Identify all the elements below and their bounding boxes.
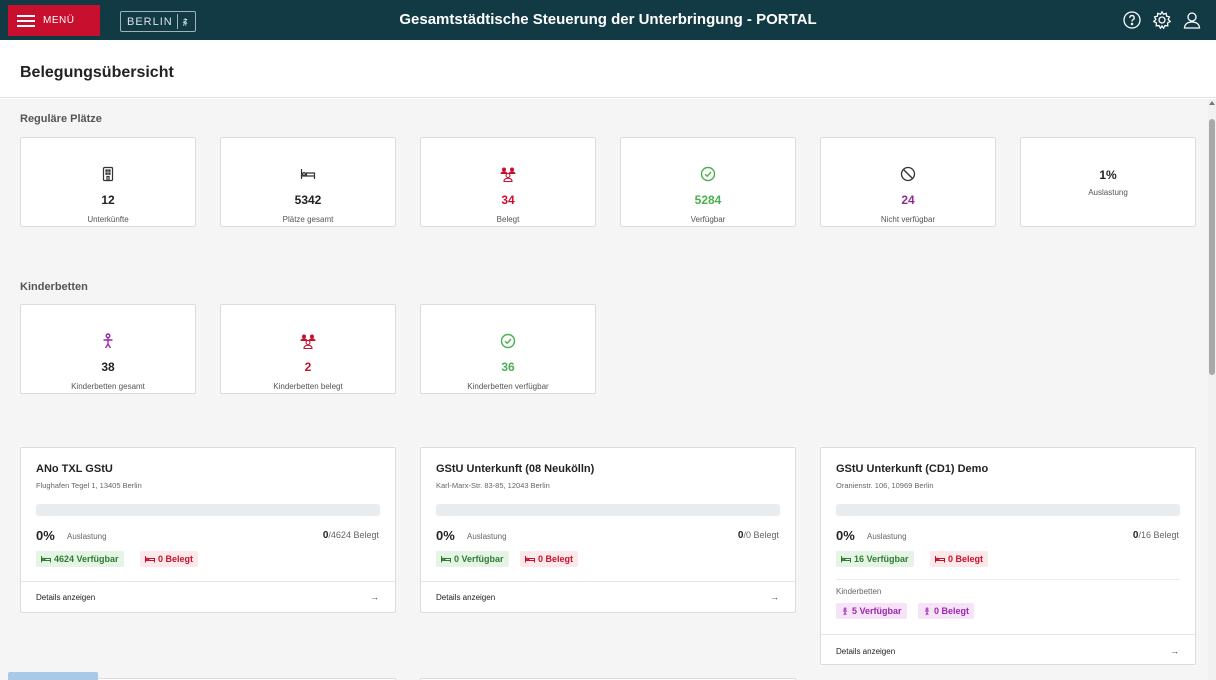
arrow-right-icon[interactable]: →	[370, 592, 379, 602]
block-icon	[900, 166, 916, 182]
occupied-badge: 0 Belegt	[140, 551, 199, 567]
occupancy-count: 0/4624 Belegt	[322, 530, 379, 541]
utilization-label: Auslastung	[67, 532, 107, 541]
floating-tag[interactable]	[8, 672, 98, 680]
utilization-bar	[36, 504, 380, 516]
bed-icon	[41, 556, 51, 563]
stat-value: 5342	[294, 193, 322, 207]
available-badge: 4624 Verfügbar	[36, 551, 124, 567]
occupancy-count: 0/0 Belegt	[737, 530, 779, 541]
building-icon	[102, 166, 114, 182]
section-label-children: Kinderbetten	[20, 281, 88, 293]
stat-card-available: 5284 Verfügbar	[620, 137, 796, 227]
stat-label: Unterkünfte	[87, 215, 129, 224]
facility-name: ANo TXL GStU	[36, 463, 113, 475]
check-circle-icon	[500, 333, 516, 349]
utilization-percent: 0%	[36, 528, 55, 543]
stat-value: 12	[101, 193, 115, 207]
child-icon	[103, 333, 113, 349]
bed-icon	[145, 556, 155, 563]
bear-icon	[183, 17, 188, 26]
bed-icon	[441, 556, 451, 563]
child-icon	[843, 607, 847, 615]
bed-icon	[935, 556, 945, 563]
stat-value: 34	[501, 193, 515, 207]
stat-card-total-places: 5342 Plätze gesamt	[220, 137, 396, 227]
help-icon[interactable]	[1122, 10, 1142, 30]
logo-text: BERLIN	[127, 15, 173, 28]
child-occupied-badge: 0 Belegt	[918, 603, 975, 619]
utilization-bar	[836, 504, 1180, 516]
facility-address: Flughafen Tegel 1, 13405 Berlin	[36, 481, 142, 490]
stat-value: 5284	[694, 193, 722, 207]
stat-value: 1%	[1099, 168, 1117, 182]
child-icon	[925, 607, 929, 615]
stat-card-occupied: 34 Belegt	[420, 137, 596, 227]
bed-icon	[841, 556, 851, 563]
utilization-bar	[436, 504, 780, 516]
utilization-percent: 0%	[836, 528, 855, 543]
bed-icon	[525, 556, 535, 563]
hamburger-icon	[17, 14, 35, 27]
stat-value: 24	[901, 193, 915, 207]
scrollbar[interactable]	[1208, 99, 1216, 680]
arrow-right-icon[interactable]: →	[1170, 646, 1179, 656]
stat-card-child-beds-occupied: 2 Kinderbetten belegt	[220, 304, 396, 394]
stat-card-utilization: 1% Auslastung	[1020, 137, 1196, 227]
stat-value: 36	[501, 360, 515, 374]
details-link[interactable]: Details anzeigen	[836, 647, 895, 656]
user-icon[interactable]	[1182, 10, 1202, 30]
menu-label: MENÜ	[43, 15, 75, 26]
facility-address: Karl-Marx-Str. 83-85, 12043 Berlin	[436, 481, 550, 490]
occupied-badge: 0 Belegt	[930, 551, 989, 567]
menu-button[interactable]: MENÜ	[8, 5, 100, 36]
stat-label: Belegt	[496, 215, 520, 224]
settings-icon[interactable]	[1152, 10, 1172, 30]
child-available-badge: 5 Verfügbar	[836, 603, 907, 619]
facility-card: GStU Unterkunft (08 Neukölln) Karl-Marx-…	[420, 447, 796, 613]
people-icon	[500, 167, 516, 182]
berlin-logo[interactable]: BERLIN	[120, 11, 196, 32]
details-link[interactable]: Details anzeigen	[436, 593, 495, 602]
facility-address: Oranienstr. 106, 10969 Berlin	[836, 481, 934, 490]
stat-card-accommodations: 12 Unterkünfte	[20, 137, 196, 227]
stat-card-child-beds-available: 36 Kinderbetten verfügbar	[420, 304, 596, 394]
scroll-up-arrow-icon[interactable]	[1209, 101, 1215, 105]
utilization-label: Auslastung	[867, 532, 907, 541]
kinderbetten-label: Kinderbetten	[836, 587, 882, 596]
available-badge: 0 Verfügbar	[436, 551, 509, 567]
bed-icon	[300, 169, 316, 179]
utilization-label: Auslastung	[467, 532, 507, 541]
section-label-regular: Reguläre Plätze	[20, 113, 102, 125]
scrollbar-thumb[interactable]	[1209, 119, 1215, 375]
occupancy-count: 0/16 Belegt	[1132, 530, 1179, 541]
stat-label: Plätze gesamt	[282, 215, 334, 224]
stat-label: Verfügbar	[690, 215, 726, 224]
top-bar: MENÜ BERLIN Gesamtstädtische Steuerung d…	[0, 0, 1216, 40]
stat-label: Nicht verfügbar	[880, 215, 936, 224]
page-header: Belegungsübersicht	[0, 40, 1216, 98]
details-link[interactable]: Details anzeigen	[36, 593, 95, 602]
stat-card-child-beds-total: 38 Kinderbetten gesamt	[20, 304, 196, 394]
facility-card: GStU Unterkunft (CD1) Demo Oranienstr. 1…	[820, 447, 1196, 665]
occupied-badge: 0 Belegt	[520, 551, 579, 567]
facility-name: GStU Unterkunft (CD1) Demo	[836, 463, 989, 475]
stat-label: Kinderbetten verfügbar	[467, 382, 549, 391]
arrow-right-icon[interactable]: →	[770, 592, 779, 602]
utilization-percent: 0%	[436, 528, 455, 543]
stat-label: Kinderbetten belegt	[273, 382, 343, 391]
page-title: Belegungsübersicht	[20, 64, 174, 81]
stat-label: Kinderbetten gesamt	[71, 382, 145, 391]
check-circle-icon	[700, 166, 716, 182]
facility-name: GStU Unterkunft (08 Neukölln)	[436, 463, 595, 475]
stat-label: Auslastung	[1088, 188, 1128, 197]
stat-card-not-available: 24 Nicht verfügbar	[820, 137, 996, 227]
stat-value: 38	[101, 360, 115, 374]
stat-value: 2	[304, 360, 312, 374]
facility-card: ANo TXL GStU Flughafen Tegel 1, 13405 Be…	[20, 447, 396, 613]
available-badge: 16 Verfügbar	[836, 551, 914, 567]
people-icon	[300, 334, 316, 349]
